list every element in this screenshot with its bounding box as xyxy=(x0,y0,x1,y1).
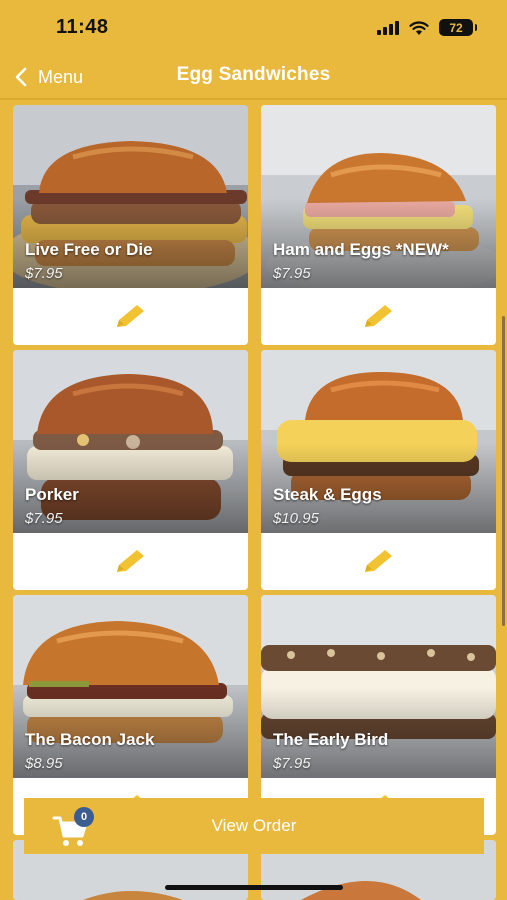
product-price: $7.95 xyxy=(273,265,311,282)
product-card[interactable]: Live Free or Die $7.95 xyxy=(13,105,248,345)
nav-bar: Menu Egg Sandwiches xyxy=(0,55,507,99)
product-price: $7.95 xyxy=(25,510,63,527)
cart: 0 xyxy=(52,807,94,846)
page-title: Egg Sandwiches xyxy=(176,64,331,85)
cart-count-badge: 0 xyxy=(74,807,94,827)
product-name: Live Free or Die xyxy=(25,240,153,259)
nav-divider xyxy=(0,98,507,100)
product-card[interactable]: Porker $7.95 xyxy=(13,350,248,590)
battery-indicator: 72 xyxy=(439,19,477,36)
product-name: The Early Bird xyxy=(273,730,389,749)
product-name: Ham and Eggs *NEW* xyxy=(273,240,449,259)
product-photo: Porker $7.95 xyxy=(13,350,248,533)
product-price: $7.95 xyxy=(25,265,63,282)
pencil-icon xyxy=(364,304,392,327)
product-photo: Ham and Eggs *NEW* $7.95 xyxy=(261,105,496,288)
customize-button[interactable] xyxy=(13,533,248,590)
product-card[interactable]: Ham and Eggs *NEW* $7.95 xyxy=(261,105,496,345)
product-photo: The Bacon Jack $8.95 xyxy=(13,595,248,778)
customize-button[interactable] xyxy=(13,288,248,345)
customize-button[interactable] xyxy=(261,533,496,590)
product-photo: The Early Bird $7.95 xyxy=(261,595,496,778)
product-price: $7.95 xyxy=(273,755,311,772)
status-time: 11:48 xyxy=(56,16,109,38)
cellular-signal-icon xyxy=(377,20,399,35)
product-name: Steak & Eggs xyxy=(273,485,382,504)
home-indicator[interactable] xyxy=(165,885,343,890)
customize-button[interactable] xyxy=(261,288,496,345)
scroll-indicator[interactable] xyxy=(502,316,505,626)
product-price: $8.95 xyxy=(25,755,63,772)
product-price: $10.95 xyxy=(273,510,319,527)
product-grid: Live Free or Die $7.95 Ham and Eggs *NEW… xyxy=(13,105,496,900)
pencil-icon xyxy=(116,549,144,572)
view-order-button[interactable]: 0 View Order xyxy=(24,798,484,854)
status-icons: 72 xyxy=(377,19,477,36)
product-name: Porker xyxy=(25,485,79,504)
pencil-icon xyxy=(364,549,392,572)
product-photo: Steak & Eggs $10.95 xyxy=(261,350,496,533)
pencil-icon xyxy=(116,304,144,327)
wifi-icon xyxy=(409,20,429,35)
product-photo: Live Free or Die $7.95 xyxy=(13,105,248,288)
status-bar: 11:48 72 xyxy=(0,0,507,55)
product-name: The Bacon Jack xyxy=(25,730,155,749)
product-card[interactable]: Steak & Eggs $10.95 xyxy=(261,350,496,590)
